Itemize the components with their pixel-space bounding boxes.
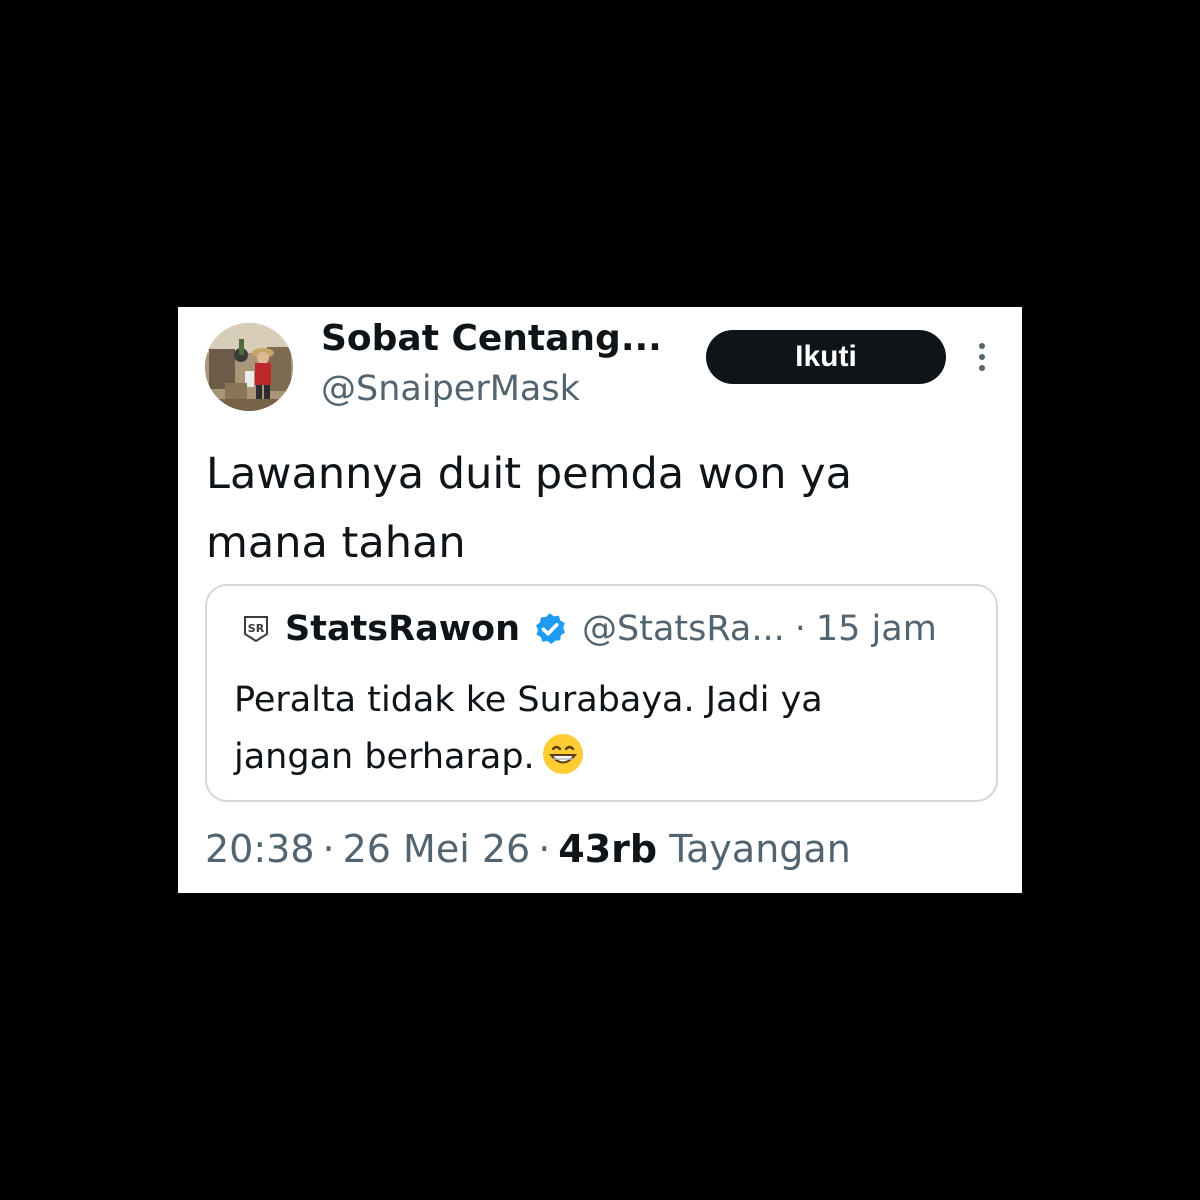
author-handle[interactable]: @SnaiperMask xyxy=(321,367,580,411)
author-avatar-image xyxy=(205,323,293,411)
tweet-card: Sobat Centang... @SnaiperMask Ikuti Lawa… xyxy=(178,307,1022,893)
meta-separator: · xyxy=(322,827,335,871)
quoted-tweet-text: Peralta tidak ke Surabaya. Jadi ya janga… xyxy=(234,672,974,786)
meta-separator: · xyxy=(538,827,551,871)
quoted-text-line: Peralta tidak ke Surabaya. Jadi ya xyxy=(234,680,823,720)
follow-button[interactable]: Ikuti xyxy=(706,330,946,384)
quoted-tweet-header: SR StatsRawon @StatsRa... · 15 jam xyxy=(241,604,937,654)
tweet-text: Lawannya duit pemda won ya mana tahan xyxy=(206,440,986,578)
views-count: 43rb xyxy=(558,827,658,871)
grinning-face-emoji-icon xyxy=(542,734,583,774)
quoted-tweet[interactable]: SR StatsRawon @StatsRa... · 15 jam Peral… xyxy=(205,584,998,802)
quoted-text-line-with-emoji: jangan berharap. xyxy=(234,729,974,786)
views-label: Tayangan xyxy=(669,827,851,871)
more-options-icon[interactable] xyxy=(973,342,991,372)
tweet-text-line: mana tahan xyxy=(206,518,466,568)
quoted-author-avatar-text: SR xyxy=(248,622,265,635)
tweet-time[interactable]: 20:38 xyxy=(205,827,315,871)
quoted-separator: · xyxy=(794,609,806,649)
quoted-author-handle[interactable]: @StatsRa... xyxy=(582,609,785,649)
tweet-text-line: Lawannya duit pemda won ya xyxy=(206,449,852,499)
tweet-meta: 20:38 · 26 Mei 26 · 43rb Tayangan xyxy=(205,824,851,874)
quoted-text-line: jangan berharap. xyxy=(234,737,535,777)
quoted-author-name[interactable]: StatsRawon xyxy=(285,609,520,649)
quoted-author-avatar[interactable]: SR xyxy=(241,614,271,644)
quoted-timestamp[interactable]: 15 jam xyxy=(816,609,937,649)
verified-badge-icon xyxy=(536,613,565,644)
author-avatar[interactable] xyxy=(205,323,293,411)
author-display-name[interactable]: Sobat Centang... xyxy=(321,317,662,361)
tweet-date[interactable]: 26 Mei 26 xyxy=(343,827,531,871)
